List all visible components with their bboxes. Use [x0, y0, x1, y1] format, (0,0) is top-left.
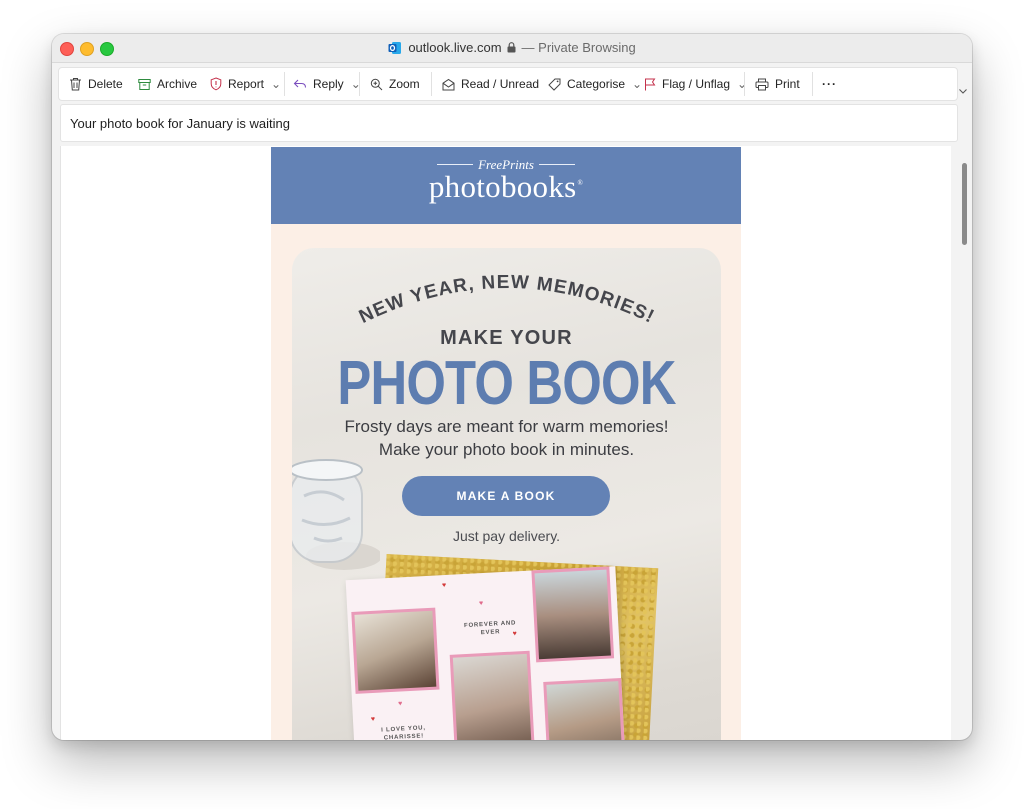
message-toolbar: Delete Archive Report ⌄ Reply ⌄ Zoom Rea… — [58, 67, 958, 101]
toolbar-divider — [812, 72, 813, 96]
more-actions-button[interactable]: ··· — [822, 68, 837, 100]
brand-main: photobooks — [428, 169, 577, 204]
divider-line — [538, 164, 575, 165]
heart-icon: ♥ — [370, 715, 376, 724]
book-caption-2: I LOVE YOU, CHARISSE! — [381, 725, 426, 740]
tagline-line-1: Frosty days are meant for warm memories! — [344, 417, 669, 436]
toolbar-divider — [744, 72, 745, 96]
toolbar-divider — [359, 72, 360, 96]
chevron-down-icon: ⌄ — [632, 77, 643, 91]
registered-mark: ® — [577, 179, 584, 187]
window-title: outlook.live.com — Private Browsing — [52, 40, 972, 55]
heart-icon: ♥ — [398, 700, 403, 708]
title-bar: outlook.live.com — Private Browsing — [52, 34, 972, 63]
make-a-book-button[interactable]: MAKE A BOOK — [402, 476, 610, 516]
trash-icon — [70, 78, 81, 91]
subject-bar: Your photo book for January is waiting — [60, 104, 958, 142]
archive-button[interactable]: Archive — [138, 68, 197, 100]
email-header-banner: FreePrints photobooks® — [271, 147, 741, 224]
photo-frame — [449, 650, 535, 740]
chevron-down-icon: ⌄ — [271, 77, 282, 91]
categorise-button[interactable]: Categorise ⌄ — [548, 68, 642, 100]
heart-icon: ♥ — [478, 600, 484, 608]
print-button[interactable]: Print — [755, 68, 800, 100]
heart-icon: ♥ — [512, 630, 518, 638]
lock-icon — [507, 42, 516, 53]
chevron-down-icon[interactable] — [958, 86, 968, 96]
zoom-label: Zoom — [389, 77, 420, 91]
reading-pane: FreePrints photobooks® NEW YEAR, NEW MEM… — [60, 146, 951, 740]
more-icon: ··· — [822, 77, 837, 91]
envelope-open-icon — [442, 78, 455, 90]
archive-label: Archive — [157, 77, 198, 91]
print-label: Print — [775, 77, 800, 91]
svg-text:NEW YEAR, NEW MEMORIES!: NEW YEAR, NEW MEMORIES! — [356, 272, 658, 328]
url-text: outlook.live.com — [408, 40, 502, 55]
heart-icon: ♥ — [441, 581, 447, 590]
make-your-text: MAKE YOUR — [440, 327, 573, 349]
printer-icon — [755, 78, 769, 90]
reply-label: Reply — [313, 77, 344, 91]
photo-book-image: FOREVER AND EVER I LOVE YOU, CHARISSE! ♥… — [345, 566, 629, 740]
photo-frame — [531, 566, 615, 663]
flag-icon — [645, 78, 656, 90]
curved-title-text: NEW YEAR, NEW MEMORIES! — [356, 272, 657, 328]
browser-window: outlook.live.com — Private Browsing Delet… — [52, 34, 972, 740]
book-caption-1: FOREVER AND EVER — [463, 620, 517, 637]
private-browsing-label: — Private Browsing — [521, 40, 636, 55]
zoom-icon — [370, 78, 383, 90]
photo-book-headline: PHOTO BOOK — [337, 349, 676, 418]
reply-button[interactable]: Reply ⌄ — [293, 68, 361, 100]
delete-label: Delete — [88, 77, 123, 91]
reply-icon — [293, 79, 307, 88]
chevron-down-icon: ⌄ — [737, 77, 748, 91]
flag-button[interactable]: Flag / Unflag ⌄ — [644, 68, 747, 100]
photo-frame — [351, 607, 440, 694]
photo-frame — [543, 677, 626, 740]
email-body: FreePrints photobooks® NEW YEAR, NEW MEM… — [271, 147, 741, 740]
report-button[interactable]: Report ⌄ — [210, 68, 281, 100]
read-unread-label: Read / Unread — [461, 77, 540, 91]
hero-card[interactable]: NEW YEAR, NEW MEMORIES! MAKE YOUR PHOTO … — [292, 248, 721, 740]
archive-icon — [138, 78, 151, 90]
flag-label: Flag / Unflag — [662, 77, 731, 91]
shield-icon — [210, 77, 222, 91]
report-label: Report — [228, 77, 265, 91]
toolbar-divider — [284, 72, 285, 96]
brand-logo[interactable]: photobooks® — [271, 169, 741, 205]
delete-button[interactable]: Delete — [69, 68, 123, 100]
categorise-label: Categorise — [567, 77, 626, 91]
curved-title: NEW YEAR, NEW MEMORIES! — [356, 272, 658, 328]
message-subject: Your photo book for January is waiting — [70, 116, 290, 131]
water-glass-image — [292, 459, 380, 570]
toolbar-divider — [431, 72, 432, 96]
zoom-button[interactable]: Zoom — [370, 68, 420, 100]
outlook-icon — [388, 42, 402, 54]
read-unread-button[interactable]: Read / Unread — [442, 68, 539, 100]
tag-icon — [548, 78, 561, 91]
divider-line — [437, 164, 474, 165]
scrollbar-thumb[interactable] — [962, 163, 967, 245]
